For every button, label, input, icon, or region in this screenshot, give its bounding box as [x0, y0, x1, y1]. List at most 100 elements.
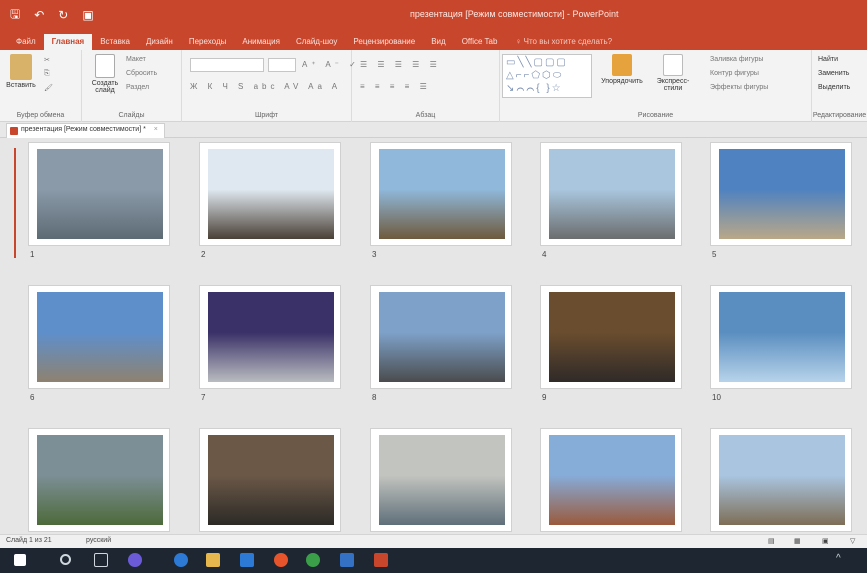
format-painter-icon[interactable]: 🖌 [44, 84, 53, 92]
tab-file[interactable]: Файл [8, 34, 44, 50]
store-icon[interactable] [240, 553, 254, 567]
app-icon[interactable] [128, 553, 142, 567]
paste-button[interactable]: Вставить [4, 54, 38, 89]
drawing-group-label: Рисование [637, 112, 674, 119]
list-buttons[interactable]: ☰ ☰ ☰ ☰ ☰ [360, 60, 441, 69]
edge-icon[interactable] [174, 553, 188, 567]
tab-slideshow[interactable]: Слайд-шоу [288, 34, 345, 50]
redo-icon[interactable]: ↻ [58, 8, 68, 22]
chrome-icon[interactable] [306, 553, 320, 567]
slide-thumbnail[interactable] [370, 428, 512, 532]
slide-photo [549, 435, 675, 525]
slide-photo [549, 292, 675, 382]
new-slide-icon [95, 54, 115, 78]
slideshow-icon[interactable]: ▣ [82, 8, 93, 22]
slide-sorter: 1 2 3 4 5 6 7 8 9 10 [0, 138, 867, 534]
browser-icon[interactable] [274, 553, 288, 567]
shapes-gallery[interactable]: ▭╲╲▢▢▢ △⌐⌐⬠⬡⬭ ↘⌒⌒{ }☆ [502, 54, 592, 98]
slide-thumbnail[interactable] [540, 142, 682, 246]
tab-home[interactable]: Главная [43, 34, 93, 50]
slide-thumbnail[interactable] [199, 428, 341, 532]
quick-styles-button[interactable]: Экспресс-стили [650, 54, 696, 92]
slide-thumbnail[interactable] [710, 285, 852, 389]
slide-thumbnail[interactable] [370, 142, 512, 246]
replace-button[interactable]: Заменить [818, 70, 849, 77]
copy-icon[interactable]: ⎘ [44, 70, 50, 78]
powerpoint-icon[interactable] [374, 553, 388, 567]
document-tab-label: презентация [Режим совместимости] * [21, 126, 146, 133]
tab-transitions[interactable]: Переходы [181, 34, 235, 50]
shape-outline-button[interactable]: Контур фигуры [710, 70, 759, 77]
tab-design[interactable]: Дизайн [138, 34, 181, 50]
slide-thumbnail[interactable] [199, 142, 341, 246]
tray-chevron-icon[interactable]: ^ [836, 553, 850, 567]
app-blue-icon[interactable] [340, 553, 354, 567]
font-family-select[interactable] [190, 58, 264, 72]
slide-thumbnail[interactable] [540, 428, 682, 532]
font-size-select[interactable] [268, 58, 296, 72]
slide-number: 10 [712, 393, 721, 402]
new-slide-button[interactable]: Создать слайд [88, 54, 122, 94]
reset-button[interactable]: Сбросить [126, 70, 157, 77]
normal-view-icon[interactable]: ▤ [768, 537, 775, 545]
tell-me-search[interactable]: ♀ Что вы хотите сделать? [505, 34, 612, 50]
tab-office-tab[interactable]: Office Tab [454, 34, 506, 50]
paste-label: Вставить [6, 82, 36, 89]
slide-photo [549, 149, 675, 239]
ribbon: Вставить ✂ ⎘ 🖌 Буфер обмена Создать слай… [0, 50, 867, 122]
shape-effects-button[interactable]: Эффекты фигуры [710, 84, 768, 91]
slide-thumbnail[interactable] [28, 285, 170, 389]
group-paragraph: ☰ ☰ ☰ ☰ ☰ ≡ ≡ ≡ ≡ ☰ Абзац [352, 50, 500, 122]
section-button[interactable]: Раздел [126, 84, 149, 91]
save-icon[interactable]: 🖫 [10, 5, 20, 26]
paste-icon [10, 54, 32, 80]
search-icon[interactable] [60, 554, 71, 565]
layout-button[interactable]: Макет [126, 56, 146, 63]
slide-thumbnail[interactable] [370, 285, 512, 389]
select-button[interactable]: Выделить [818, 84, 850, 91]
arrange-button[interactable]: Упорядочить [600, 54, 644, 85]
shape-fill-button[interactable]: Заливка фигуры [710, 56, 763, 63]
font-format-buttons[interactable]: Ж К Ч S abc AV Aa A [190, 82, 341, 91]
slide-photo [379, 149, 505, 239]
close-tab-icon[interactable]: × [154, 126, 158, 133]
tab-review[interactable]: Рецензирование [345, 34, 423, 50]
slide-thumbnail[interactable] [199, 285, 341, 389]
slide-photo [37, 149, 163, 239]
ribbon-tabs: Файл Главная Вставка Дизайн Переходы Ани… [0, 30, 867, 50]
editing-group-label: Редактирование [812, 112, 867, 119]
group-font: A⁺ A⁻ ✓ Ж К Ч S abc AV Aa A Шрифт [182, 50, 356, 122]
powerpoint-file-icon [10, 127, 18, 135]
tab-view[interactable]: Вид [423, 34, 453, 50]
reading-view-icon[interactable]: ▣ [822, 537, 829, 545]
slideshow-view-icon[interactable]: ▽ [850, 537, 855, 545]
powerpoint-window: 🖫 ↶ ↻ ▣ презентация [Режим совместимости… [0, 0, 867, 573]
slide-number: 1 [30, 250, 35, 259]
slide-photo [719, 435, 845, 525]
quick-styles-icon [663, 54, 683, 76]
language-indicator[interactable]: русский [86, 537, 111, 544]
windows-start-icon[interactable] [14, 554, 26, 566]
cut-icon[interactable]: ✂ [44, 56, 50, 64]
slide-thumbnail[interactable] [710, 428, 852, 532]
slide-photo [379, 435, 505, 525]
undo-icon[interactable]: ↶ [34, 8, 44, 22]
slide-number: 2 [201, 250, 206, 259]
tab-insert[interactable]: Вставка [92, 34, 138, 50]
sorter-view-icon[interactable]: ▦ [794, 537, 801, 545]
slide-thumbnail[interactable] [28, 428, 170, 532]
windows-taskbar: ^ [0, 548, 867, 573]
find-button[interactable]: Найти [818, 56, 838, 63]
slides-group-label: Слайды [118, 112, 145, 119]
document-tab[interactable]: презентация [Режим совместимости] * × [6, 123, 165, 138]
slide-thumbnail[interactable] [28, 142, 170, 246]
slide-photo [208, 149, 334, 239]
task-view-icon[interactable] [94, 553, 108, 567]
slide-thumbnail[interactable] [710, 142, 852, 246]
tab-animations[interactable]: Анимация [234, 34, 288, 50]
group-slides: Создать слайд Макет Сбросить Раздел Слай… [82, 50, 182, 122]
align-buttons[interactable]: ≡ ≡ ≡ ≡ ☰ [360, 82, 431, 91]
file-explorer-icon[interactable] [206, 553, 220, 567]
slide-thumbnail[interactable] [540, 285, 682, 389]
slide-photo [208, 435, 334, 525]
